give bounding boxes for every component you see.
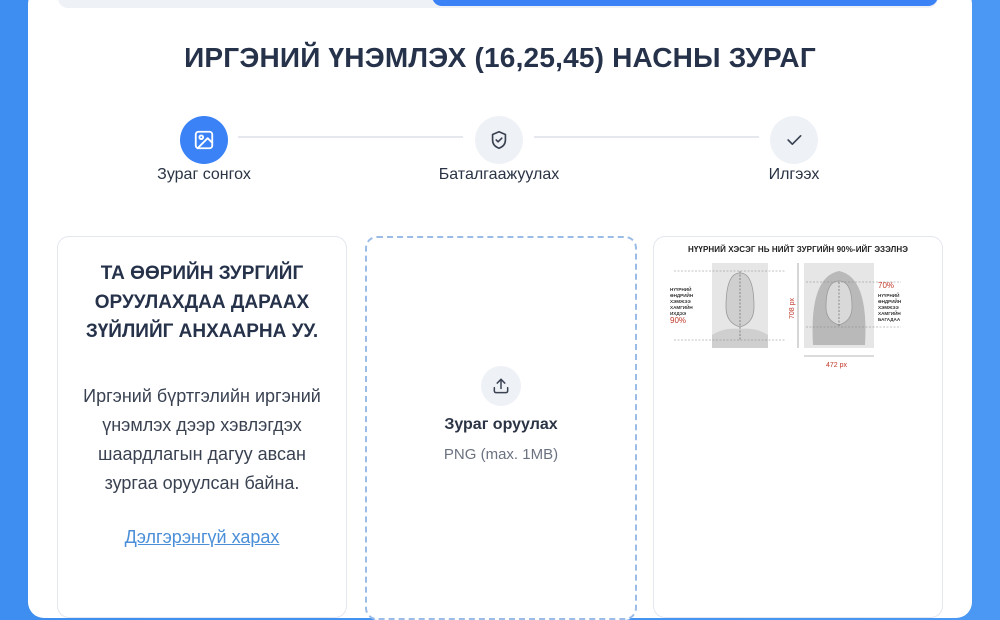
right-percent: 70%: [878, 281, 894, 290]
step-1-icon[interactable]: [180, 116, 228, 164]
step-2-label: Баталгаажуулах: [438, 166, 560, 183]
left-percent: 90%: [670, 316, 686, 325]
sample-requirements-card: НҮҮРНИЙ ХЭСЭГ НЬ НИЙТ ЗУРГИЙН 90%-ИЙГ ЭЗ…: [653, 236, 943, 618]
upload-icon: [493, 378, 509, 394]
info-text: Иргэний бүртгэлийн иргэний үнэмлэх дээр …: [83, 386, 321, 493]
upload-dropzone[interactable]: Зураг оруулах PNG (max. 1MB): [365, 236, 637, 620]
upload-hint: PNG (max. 1MB): [443, 446, 559, 463]
more-details-link[interactable]: Дэлгэрэнгүй харах: [78, 527, 326, 548]
sample-photo-diagram: НҮҮРНИЙ ӨНДРИЙН ХЭМЖЭЭ ХАМГИЙН ИХДЭЭ 90%…: [670, 263, 902, 369]
step-connector: [534, 136, 759, 138]
info-card: ТА ӨӨРИЙН ЗУРГИЙГ ОРУУЛАХДАА ДАРААХ ЗҮЙЛ…: [57, 236, 347, 618]
shield-check-icon: [491, 130, 507, 150]
image-icon: [194, 130, 214, 150]
width-label: 472 px: [826, 362, 848, 369]
left-caption-1: НҮҮРНИЙ: [670, 285, 691, 292]
left-caption-4: ХАМГИЙН: [670, 303, 693, 310]
height-label: 708 px: [789, 297, 796, 319]
right-caption-1: НҮҮРНИЙ: [878, 291, 899, 298]
left-caption-3: ХЭМЖЭЭ: [670, 299, 691, 304]
step-connector: [238, 136, 463, 138]
right-caption-4: ХАМГИЙН: [878, 309, 901, 316]
right-caption-2: ӨНДРИЙН: [878, 297, 902, 304]
check-icon: [787, 135, 802, 145]
tab-active[interactable]: [432, 0, 938, 6]
top-tab-bar: [58, 0, 938, 8]
sample-title: НҮҮРНИЙ ХЭСЭГ НЬ НИЙТ ЗУРГИЙН 90%-ИЙГ ЭЗ…: [687, 245, 909, 254]
right-caption-5: БАГАДАА: [878, 317, 901, 322]
page-title: ИРГЭНИЙ ҮНЭМЛЭХ (16,25,45) НАСНЫ ЗУРАГ: [184, 42, 816, 73]
upload-icon-wrap[interactable]: [481, 366, 521, 406]
main-panel: ИРГЭНИЙ ҮНЭМЛЭХ (16,25,45) НАСНЫ ЗУРАГ З…: [28, 0, 972, 620]
upload-title: Зураг оруулах: [444, 416, 558, 433]
right-caption-3: ХЭМЖЭЭ: [878, 305, 899, 310]
step-1-label: Зураг сонгох: [157, 166, 251, 183]
info-heading: ТА ӨӨРИЙН ЗУРГИЙГ ОРУУЛАХДАА ДАРААХ ЗҮЙЛ…: [85, 263, 319, 342]
left-caption-2: ӨНДРИЙН: [670, 291, 694, 298]
tab-inactive[interactable]: [58, 0, 432, 8]
step-3-icon[interactable]: [770, 116, 818, 164]
step-3-label: Илгээх: [768, 166, 820, 183]
step-2-icon[interactable]: [475, 116, 523, 164]
